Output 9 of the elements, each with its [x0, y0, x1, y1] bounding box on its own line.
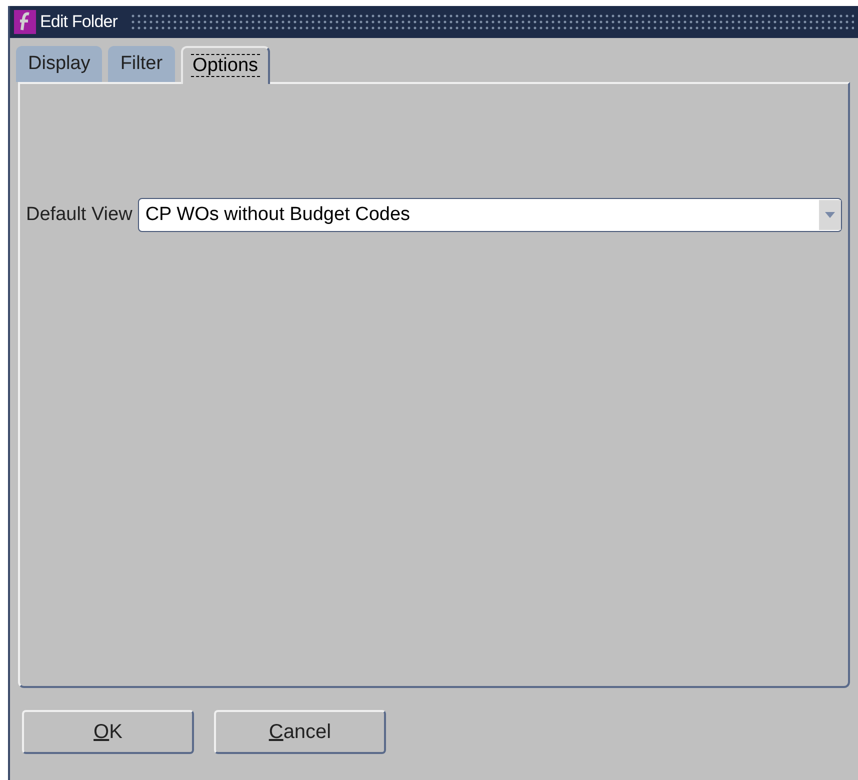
dialog-button[interactable]: OK — [22, 710, 194, 754]
tab[interactable]: Filter — [108, 46, 175, 82]
dropdown-field[interactable]: CP WOs without Budget Codes — [138, 198, 842, 232]
tab[interactable]: Options — [180, 46, 270, 84]
window-title: Edit Folder — [40, 11, 118, 34]
field-label: Default View — [26, 202, 132, 227]
dialog-button[interactable]: Cancel — [214, 710, 386, 754]
app-logo-icon — [14, 10, 36, 34]
tab[interactable]: Display — [16, 46, 102, 82]
